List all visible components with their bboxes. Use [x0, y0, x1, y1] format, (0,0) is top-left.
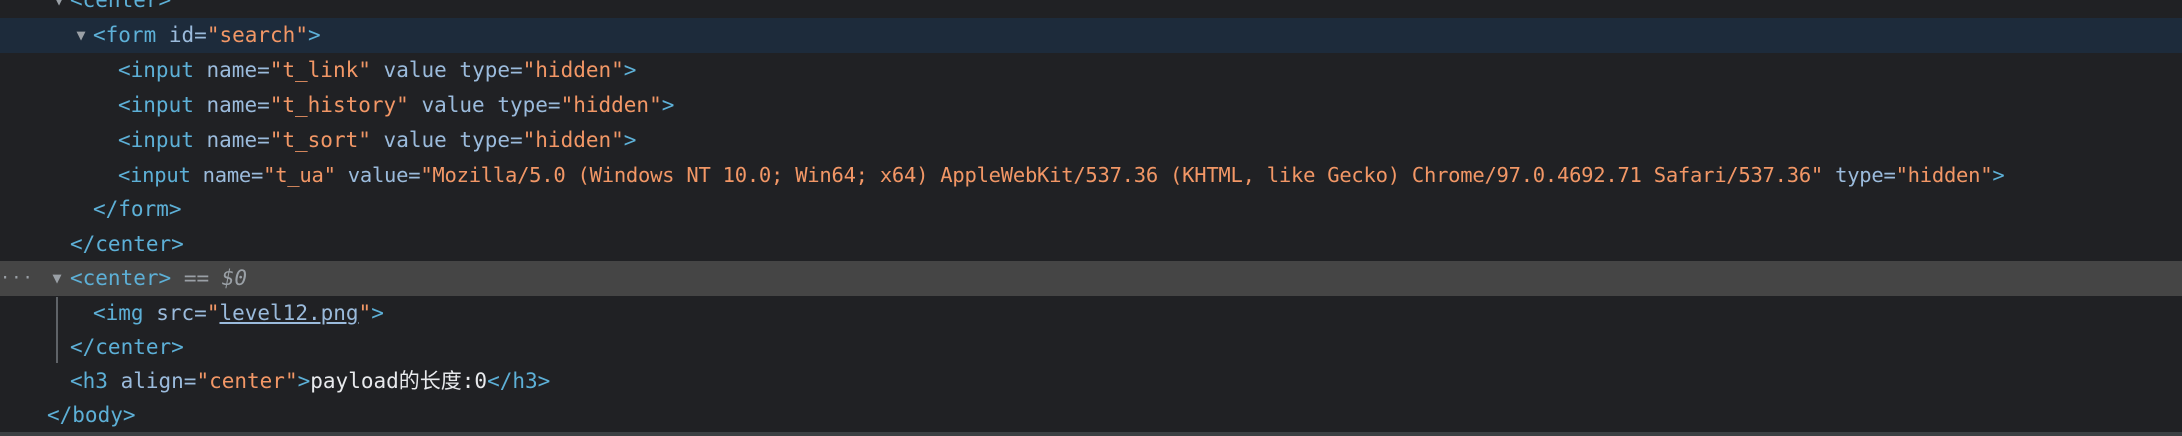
attr-name-value: "t_history"	[269, 93, 409, 117]
tag-input-gt: >	[623, 128, 637, 152]
attr-type-value: "hidden"	[1895, 163, 1993, 187]
attr-value: value=	[347, 163, 421, 187]
dom-node-body-close[interactable]: </body>	[0, 398, 2182, 433]
tag-center-close: </center>	[70, 335, 184, 359]
tag-input-gt: >	[1992, 163, 2005, 187]
dom-node-center-partial[interactable]: ▼ <center>	[0, 0, 2182, 18]
tag-input-open: <input	[118, 163, 191, 187]
attr-value: value	[383, 58, 447, 82]
attr-name: name=	[206, 58, 270, 82]
attr-type-value: "hidden"	[560, 93, 662, 117]
attr-src-quote: "	[206, 301, 220, 325]
triangle-down-icon[interactable]: ▼	[50, 0, 68, 18]
dom-node-input-t-link[interactable]: <input name="t_link" value type="hidden"…	[0, 53, 2182, 88]
tag-h3-close: </h3>	[487, 369, 551, 393]
attr-type: type=	[459, 58, 523, 82]
attr-type-value: "hidden"	[522, 58, 624, 82]
tag-center-close: </center>	[70, 232, 184, 256]
dom-node-h3[interactable]: <h3 align="center">payload的长度:0</h3>	[0, 364, 2182, 399]
tag-input-open: <input	[118, 58, 194, 82]
tag-center-open: <center>	[70, 0, 172, 12]
attr-value-value: "Mozilla/5.0 (Windows NT 10.0; Win64; x6…	[420, 163, 1824, 187]
dom-node-form-close[interactable]: </form>	[0, 192, 2182, 227]
dom-node-center-close[interactable]: </center>	[0, 330, 2182, 365]
tag-h3-gt: >	[297, 369, 311, 393]
tag-form-open: <form	[93, 23, 157, 47]
tag-body-close: </body>	[47, 403, 136, 427]
attr-name-value: "t_sort"	[269, 128, 371, 152]
attr-value: value	[421, 93, 485, 117]
h3-text: payload的长度:0	[310, 369, 488, 393]
attr-type: type=	[497, 93, 561, 117]
tag-input-gt: >	[661, 93, 675, 117]
tag-form-gt: >	[307, 23, 321, 47]
dom-node-center-selected[interactable]: ··· ▼ <center> == $0	[0, 261, 2182, 296]
panel-divider	[0, 432, 2182, 436]
attr-type: type=	[1835, 163, 1896, 187]
attr-name: name=	[206, 128, 270, 152]
dom-node-input-t-sort[interactable]: <input name="t_sort" value type="hidden"…	[0, 123, 2182, 158]
tag-form-close: </form>	[93, 197, 182, 221]
dom-node-input-t-ua[interactable]: <input name="t_ua" value="Mozilla/5.0 (W…	[0, 158, 2182, 193]
attr-src-quote: "	[358, 301, 372, 325]
dom-node-input-t-history[interactable]: <input name="t_history" value type="hidd…	[0, 88, 2182, 123]
attr-align-value: "center"	[196, 369, 298, 393]
dom-node-form[interactable]: ▼ <form id="search">	[0, 18, 2182, 53]
src-link[interactable]: level12.png	[219, 301, 358, 325]
attr-id: id=	[168, 23, 207, 47]
attr-name-value: "t_link"	[269, 58, 371, 82]
tag-center-open: <center>	[70, 266, 172, 290]
attr-name-value: "t_ua"	[263, 163, 336, 187]
attr-name: name=	[202, 163, 264, 187]
triangle-down-icon[interactable]: ▼	[72, 18, 90, 53]
dom-node-img[interactable]: <img src="level12.png">	[0, 296, 2182, 331]
tag-input-open: <input	[118, 128, 194, 152]
tag-h3-open: <h3	[70, 369, 108, 393]
attr-type-value: "hidden"	[522, 128, 624, 152]
ellipsis-icon[interactable]: ···	[0, 261, 34, 296]
attr-name: name=	[206, 93, 270, 117]
tag-input-gt: >	[623, 58, 637, 82]
attr-value: value	[383, 128, 447, 152]
dom-node-center-close[interactable]: </center>	[0, 227, 2182, 262]
attr-type: type=	[459, 128, 523, 152]
attr-id-value: "search"	[206, 23, 308, 47]
tag-img-open: <img	[93, 301, 144, 325]
tag-input-open: <input	[118, 93, 194, 117]
console-reference: == $0	[183, 266, 248, 290]
triangle-down-icon[interactable]: ▼	[48, 261, 66, 296]
attr-align: align=	[120, 369, 197, 393]
tag-img-gt: >	[371, 301, 384, 325]
attr-src: src=	[156, 301, 207, 325]
